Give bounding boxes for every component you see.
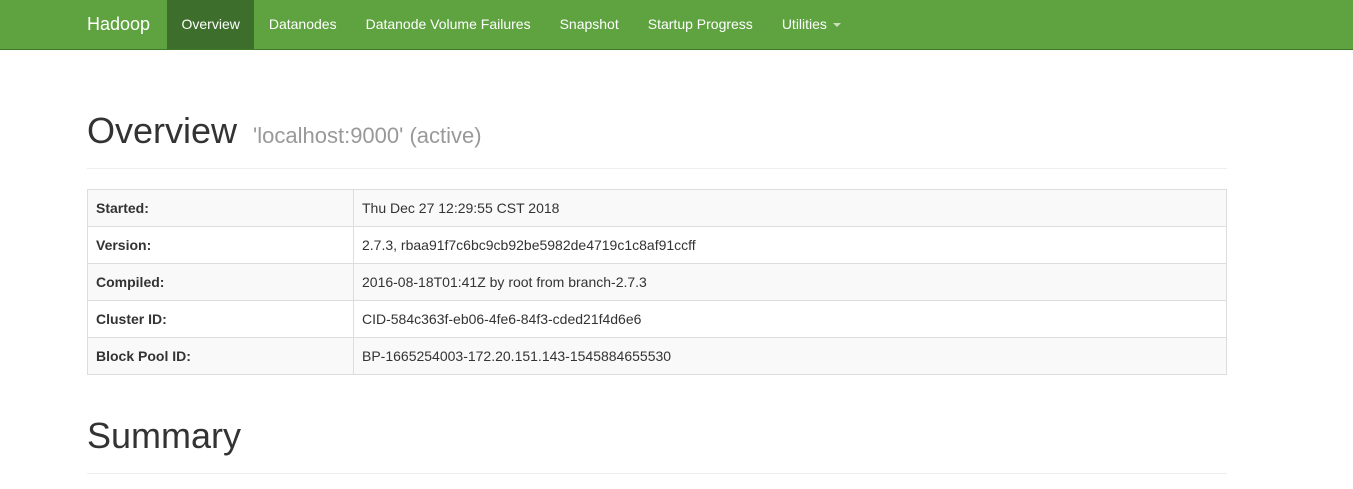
overview-title: Overview [87,110,238,151]
nav-item-startup-progress[interactable]: Startup Progress [633,0,767,49]
namenode-address: 'localhost:9000' (active) [253,123,482,148]
summary-header: Summary [87,413,1227,474]
nav-item-utilities-label: Utilities [781,16,827,32]
summary-title: Summary [87,415,242,456]
overview-header: Overview 'localhost:9000' (active) [87,108,1227,169]
row-key-compiled: Compiled: [87,263,354,301]
nav-item-datanodes[interactable]: Datanodes [254,0,351,49]
row-value-cluster-id: CID-584c363f-eb06-4fe6-84f3-cded21f4d6e6 [353,300,1227,338]
row-value-compiled: 2016-08-18T01:41Z by root from branch-2.… [353,263,1227,301]
table-row: Version: 2.7.3, rbaa91f7c6bc9cb92be5982d… [87,226,1227,264]
row-key-block-pool-id: Block Pool ID: [87,337,354,375]
overview-info-table: Started: Thu Dec 27 12:29:55 CST 2018 Ve… [87,189,1227,375]
table-row: Started: Thu Dec 27 12:29:55 CST 2018 [87,189,1227,227]
nav-item-datanode-volume-failures[interactable]: Datanode Volume Failures [351,0,545,49]
row-key-cluster-id: Cluster ID: [87,300,354,338]
brand-logo[interactable]: Hadoop [87,0,150,49]
row-key-version: Version: [87,226,354,264]
nav-item-utilities[interactable]: Utilities [767,0,855,49]
nav-item-overview[interactable]: Overview [167,0,255,49]
row-value-version: 2.7.3, rbaa91f7c6bc9cb92be5982de4719c1c8… [353,226,1227,264]
nav-item-snapshot[interactable]: Snapshot [545,0,633,49]
table-row: Compiled: 2016-08-18T01:41Z by root from… [87,263,1227,301]
top-navbar: Hadoop Overview Datanodes Datanode Volum… [0,0,1353,50]
row-value-started: Thu Dec 27 12:29:55 CST 2018 [353,189,1227,227]
row-key-started: Started: [87,189,354,227]
caret-down-icon [832,23,841,28]
table-row: Block Pool ID: BP-1665254003-172.20.151.… [87,337,1227,375]
page-title: Overview 'localhost:9000' (active) [87,108,1227,159]
row-value-block-pool-id: BP-1665254003-172.20.151.143-15458846555… [353,337,1227,375]
nav-menu: Overview Datanodes Datanode Volume Failu… [167,0,855,49]
table-row: Cluster ID: CID-584c363f-eb06-4fe6-84f3-… [87,300,1227,338]
